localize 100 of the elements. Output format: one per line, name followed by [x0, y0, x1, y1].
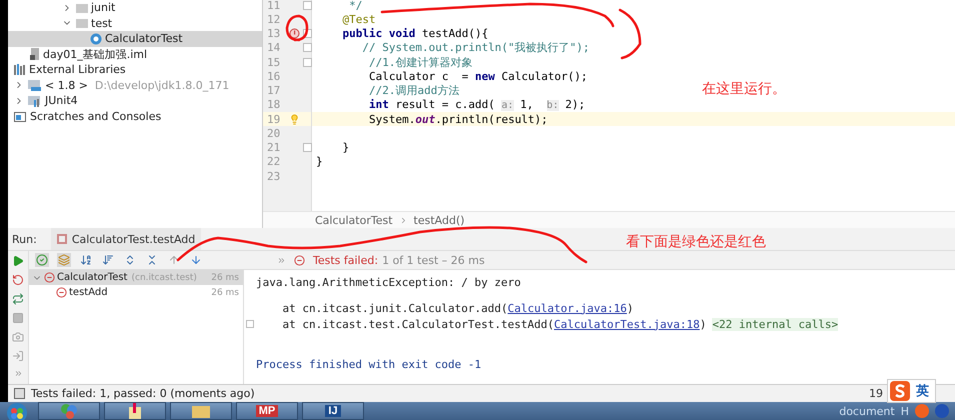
code-line: System.out.println(result);: [368, 112, 548, 126]
line-number: 19: [266, 112, 282, 126]
failed-icon: [294, 254, 305, 266]
run-label: Run:: [12, 232, 37, 246]
run-icon: [12, 255, 24, 267]
line-number: 18: [266, 98, 282, 112]
status-text: Tests failed: 1, passed: 0 (moments ago): [31, 387, 255, 400]
expand-icon[interactable]: [246, 320, 254, 328]
run-test-icon[interactable]: [289, 28, 300, 40]
taskbar-app[interactable]: [38, 402, 100, 420]
sort-duration-button[interactable]: [101, 253, 115, 267]
line-number: 13: [266, 27, 282, 40]
tree-item[interactable]: CalculatorTest: [8, 31, 262, 46]
folder-icon: [76, 2, 88, 13]
line-number: 22: [266, 155, 282, 168]
code-line: //2.调用add方法: [368, 83, 460, 98]
code-line: int result = c.add( a: 1, b: 2);: [368, 98, 586, 112]
test-item[interactable]: testAdd 26 ms: [29, 285, 243, 300]
sort-button[interactable]: [79, 253, 93, 267]
show-ignored-button[interactable]: [57, 253, 71, 267]
arrow-up-icon: [168, 254, 180, 266]
line-number: 15: [266, 56, 282, 69]
source-link[interactable]: CalculatorTest.java:18: [554, 318, 700, 330]
people-icon: [60, 403, 78, 419]
caret-position: 19: [869, 387, 883, 400]
stack-trace-text: ): [700, 318, 706, 330]
bulb-icon[interactable]: [289, 114, 300, 125]
tree-item[interactable]: External Libraries: [8, 62, 262, 78]
exit-icon: [12, 350, 24, 362]
code-line: //1.创建计算器对象: [368, 54, 472, 70]
internal-calls[interactable]: <22 internal calls>: [712, 318, 838, 330]
taskbar-app[interactable]: MP: [236, 402, 298, 420]
code-line: }: [316, 155, 323, 168]
test-status: Tests failed:: [313, 254, 378, 266]
code-line: Calculator c = new Calculator();: [368, 70, 588, 83]
source-link[interactable]: Calculator.java:16: [508, 302, 627, 314]
tree-item[interactable]: < 1.8 > D:\develop\jdk1.8.0_171: [8, 78, 262, 93]
sort-alpha-icon: [80, 254, 92, 266]
next-button[interactable]: [189, 253, 203, 267]
tree-item[interactable]: JUnit4: [8, 93, 262, 108]
expand-icon: [124, 254, 136, 266]
annotation-stroke: [618, 8, 644, 60]
toggle-auto-test-icon: [12, 293, 24, 305]
fold-icon[interactable]: [303, 143, 312, 152]
folder-icon: [76, 18, 88, 28]
tray-text: document: [839, 404, 895, 418]
line-number: 12: [266, 12, 282, 26]
line-number: 20: [266, 126, 282, 140]
scratches-icon: [14, 110, 27, 122]
code-line: // System.out.println("我被执行了");: [361, 40, 590, 56]
breadcrumb[interactable]: testAdd(): [414, 214, 465, 226]
line-number: 16: [266, 70, 282, 83]
run-tab[interactable]: CalculatorTest.testAdd: [50, 228, 202, 250]
arrow-down-icon: [190, 254, 202, 266]
code-line: */: [348, 0, 362, 12]
exception-message: java.lang.ArithmeticException: / by zero: [256, 276, 521, 288]
tree-item[interactable]: day01_基础加强.iml: [8, 46, 262, 62]
line-number: 14: [266, 41, 282, 54]
layers-icon: [58, 254, 70, 266]
tray-mode[interactable]: H: [900, 404, 909, 418]
taskbar-app[interactable]: IJ: [302, 402, 364, 420]
stack-trace-text: ): [626, 302, 634, 314]
paint-icon: [127, 403, 143, 419]
folder-icon: [28, 79, 42, 92]
tree-item[interactable]: Scratches and Consoles: [8, 108, 262, 124]
code-line: @Test: [341, 12, 376, 26]
libraries-icon: [14, 64, 26, 76]
code-line: }: [341, 141, 350, 154]
collapse-icon: [146, 254, 158, 266]
sort-icon: [102, 254, 114, 266]
ime-toolbar[interactable]: 英: [887, 379, 936, 403]
annotation-note: 看下面是绿色还是红色: [626, 233, 766, 251]
camera-icon: [12, 331, 24, 343]
taskbar-app[interactable]: [104, 402, 166, 420]
taskbar-app[interactable]: [170, 402, 232, 420]
line-number: 17: [266, 84, 282, 98]
fold-icon[interactable]: [303, 0, 312, 10]
stack-trace-text: at cn.itcast.test.CalculatorTest.testAdd(: [281, 318, 554, 330]
panel-icon[interactable]: [14, 388, 25, 399]
code-line: public void testAdd(){: [341, 27, 488, 40]
tree-item[interactable]: test: [8, 16, 262, 31]
library-icon: [28, 94, 42, 107]
breadcrumb[interactable]: CalculatorTest: [315, 214, 393, 226]
show-passed-button[interactable]: [35, 253, 49, 267]
test-run-icon: [56, 234, 67, 244]
file-icon: [30, 48, 40, 60]
line-number: 11: [266, 0, 282, 12]
more-icon: [277, 256, 286, 264]
stop-icon: [12, 312, 24, 324]
line-number: 21: [266, 141, 282, 154]
test-item[interactable]: CalculatorTest (cn.itcast.test) 26 ms: [29, 270, 243, 285]
stack-trace-text: at cn.itcast.junit.Calculator.add(: [281, 302, 508, 314]
line-number: 23: [266, 170, 282, 183]
rerun-failed-icon: [12, 274, 24, 286]
check-circle-icon: [36, 254, 48, 266]
exit-message: Process finished with exit code -1: [256, 358, 482, 370]
annotation-note: 在这里运行。: [702, 80, 786, 98]
folder-icon: [192, 404, 210, 418]
tree-item[interactable]: junit: [8, 0, 262, 16]
ime-logo-icon: [890, 381, 910, 401]
